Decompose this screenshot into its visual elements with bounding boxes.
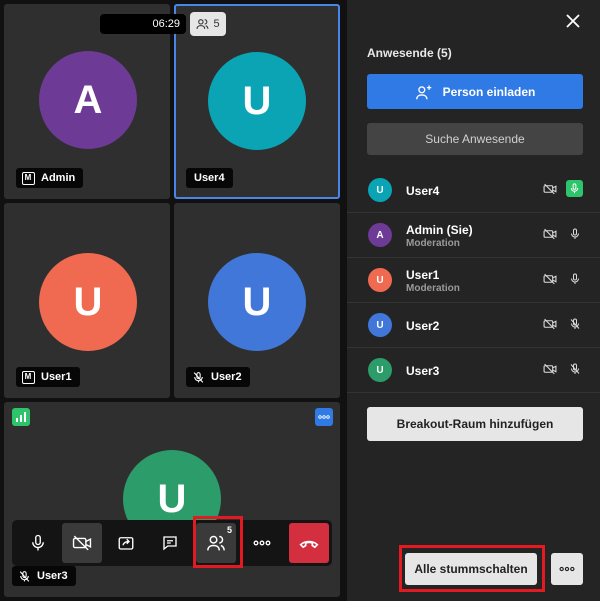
camera-off-icon (543, 318, 557, 330)
video-stage: A M Admin U User4 U M User1 U User2 U Us… (0, 0, 347, 601)
participant-name: User4 (406, 184, 440, 198)
search-participants-input[interactable] (367, 123, 583, 155)
more-icon (253, 540, 271, 546)
sidebar-title: Anwesende (5) (367, 46, 452, 60)
add-breakout-room-button[interactable]: Breakout-Raum hinzufügen (367, 407, 583, 441)
highlight-mute-all-button (399, 545, 545, 592)
participants-sidebar: Anwesende (5) Person einladen U User4 A … (347, 0, 600, 601)
tile-name-label: M Admin (16, 168, 84, 188)
hangup-button[interactable] (289, 523, 329, 563)
avatar: A (368, 223, 392, 247)
participant-row-user1[interactable]: U User1 Moderation (347, 258, 600, 303)
more-dots-icon (318, 415, 330, 419)
mic-muted-icon (17, 569, 31, 583)
participant-name: User1 (406, 268, 440, 282)
tile-name-label: User4 (186, 168, 233, 188)
mic-muted-icon (191, 370, 205, 384)
avatar: U (39, 253, 137, 351)
more-icon (559, 566, 575, 572)
participant-row-user4[interactable]: U User4 (347, 168, 600, 213)
participant-row-admin[interactable]: A Admin (Sie) Moderation (347, 213, 600, 258)
camera-off-icon (543, 273, 557, 285)
microphone-icon (32, 534, 44, 551)
participant-name: Admin (Sie) (406, 223, 473, 237)
share-screen-icon (118, 537, 134, 550)
avatar: U (368, 358, 392, 382)
participant-row-user3[interactable]: U User3 (347, 348, 600, 393)
sidebar-more-options-button[interactable] (551, 553, 583, 585)
tile-name: User4 (194, 172, 225, 184)
mic-muted-icon (566, 315, 583, 332)
avatar: U (368, 313, 392, 337)
tile-name: User2 (211, 371, 242, 383)
add-user-icon (415, 84, 431, 99)
close-icon (566, 14, 580, 28)
mic-on-icon (566, 270, 583, 287)
connection-signal-icon[interactable] (12, 408, 30, 426)
camera-off-icon (72, 535, 92, 551)
participant-role: Moderation (406, 283, 460, 294)
participant-role: Moderation (406, 238, 460, 249)
mic-on-icon (566, 225, 583, 242)
call-toolbar: 5 (12, 520, 332, 566)
microphone-button[interactable] (18, 523, 58, 563)
camera-toggle-button[interactable] (62, 523, 102, 563)
tile-name: User3 (37, 570, 68, 582)
meeting-timer: 06:29 (100, 14, 186, 34)
mic-muted-icon (566, 360, 583, 377)
avatar: A (39, 51, 137, 149)
moderator-badge-icon: M (21, 370, 35, 384)
video-tile-user2[interactable]: U User2 (174, 203, 340, 398)
participant-name: User3 (406, 364, 440, 378)
mic-speaking-icon (566, 180, 583, 197)
tile-name-label: User2 (186, 367, 250, 387)
avatar: U (208, 52, 306, 150)
participant-name: User2 (406, 319, 440, 333)
highlight-participants-button (193, 516, 243, 568)
avatar: U (368, 178, 392, 202)
camera-off-icon (543, 183, 557, 195)
close-sidebar-button[interactable] (564, 12, 582, 30)
moderator-badge-icon: M (21, 171, 35, 185)
avatar: U (208, 253, 306, 351)
more-options-button[interactable] (242, 523, 282, 563)
tile-name-label: M User1 (16, 367, 80, 387)
invite-label: Person einladen (442, 84, 536, 99)
camera-off-icon (543, 228, 557, 240)
tile-name: Admin (41, 172, 76, 184)
participant-row-user2[interactable]: U User2 (347, 303, 600, 348)
participant-count: 5 (213, 18, 220, 30)
avatar: U (368, 268, 392, 292)
hangup-icon (299, 540, 319, 549)
timer-text: 06:29 (152, 18, 180, 30)
share-screen-button[interactable] (106, 523, 146, 563)
participants-icon (196, 19, 209, 29)
chat-button[interactable] (150, 523, 190, 563)
chat-icon (163, 536, 177, 551)
video-tile-user3[interactable]: U User3 (4, 402, 340, 597)
participant-count-pill[interactable]: 5 (190, 12, 226, 36)
video-tile-user1[interactable]: U M User1 (4, 203, 170, 398)
invite-person-button[interactable]: Person einladen (367, 74, 583, 109)
tile-name-label: User3 (12, 566, 76, 586)
camera-off-icon (543, 363, 557, 375)
tile-name: User1 (41, 371, 72, 383)
tile-more-options-button[interactable] (315, 408, 333, 426)
